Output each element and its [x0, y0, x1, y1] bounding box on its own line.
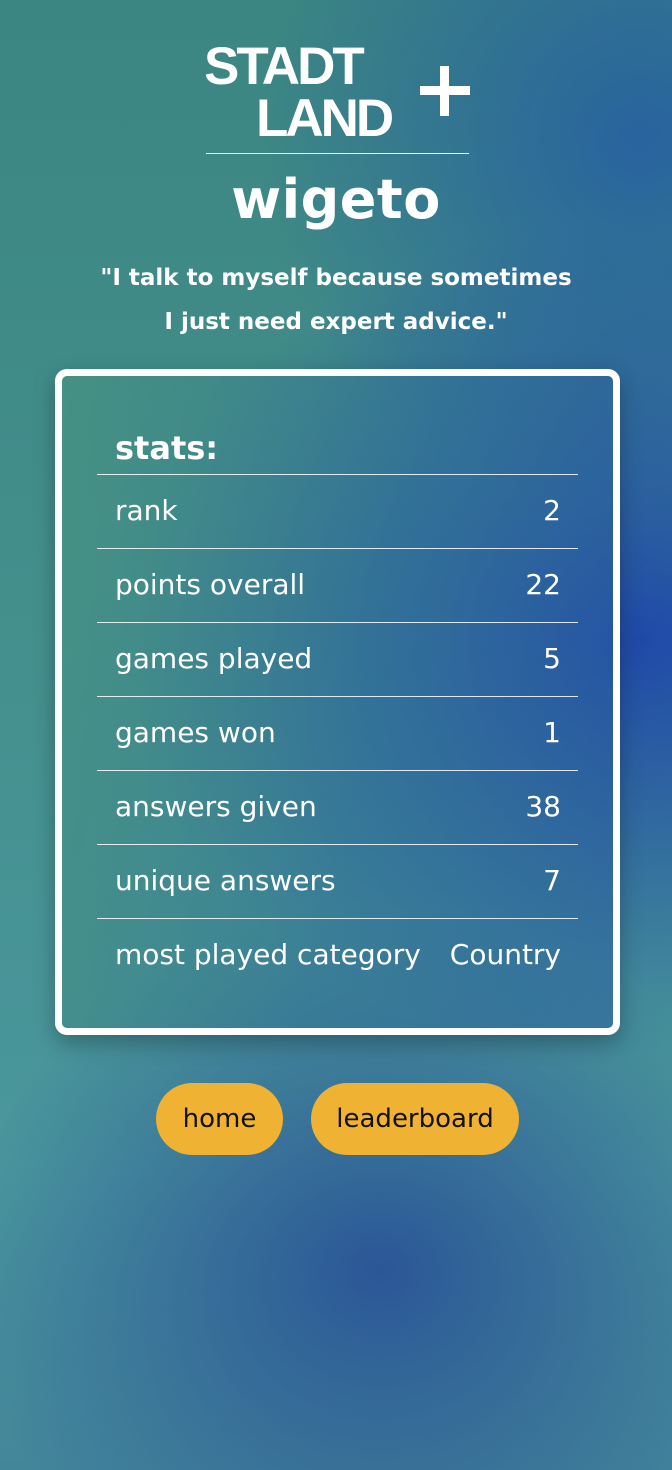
leaderboard-button[interactable]: leaderboard	[311, 1083, 519, 1155]
stats-row-label: unique answers	[115, 864, 336, 897]
stats-card: stats: rank 2 points overall 22 games pl…	[55, 369, 620, 1035]
profile-username: wigeto	[231, 168, 441, 231]
stats-row-label: points overall	[115, 568, 306, 601]
stadt-land-plus-logo: STADT LAND	[206, 40, 470, 140]
stats-row-label: answers given	[115, 790, 317, 823]
stats-row-games-won: games won 1	[97, 696, 578, 770]
stats-row-value: 22	[525, 568, 561, 601]
stats-row-value: Country	[449, 938, 561, 971]
stats-row-value: 38	[525, 790, 561, 823]
stats-row-value: 5	[543, 642, 561, 675]
logo-line-stadt: STADT	[206, 40, 364, 96]
logo-divider	[206, 153, 469, 154]
stats-row-label: rank	[115, 494, 178, 527]
stats-row-label: games played	[115, 642, 313, 675]
stats-row-most-played-category: most played category Country	[97, 918, 578, 992]
stats-row-points-overall: points overall 22	[97, 548, 578, 622]
logo-plus-horizontal	[420, 86, 470, 95]
stats-row-rank: rank 2	[97, 474, 578, 548]
logo-line-land: LAND	[256, 89, 393, 140]
stats-row-label: games won	[115, 716, 276, 749]
stats-row-unique-answers: unique answers 7	[97, 844, 578, 918]
stats-row-label: most played category	[115, 938, 421, 971]
home-button[interactable]: home	[156, 1083, 283, 1155]
stats-row-value: 2	[543, 494, 561, 527]
stats-row-value: 7	[543, 864, 561, 897]
stats-row-games-played: games played 5	[97, 622, 578, 696]
stats-table: rank 2 points overall 22 games played 5 …	[97, 474, 578, 992]
stats-title: stats:	[115, 429, 219, 467]
stats-row-value: 1	[543, 716, 561, 749]
profile-quote: "I talk to myself because sometimes I ju…	[100, 265, 572, 335]
stats-row-answers-given: answers given 38	[97, 770, 578, 844]
